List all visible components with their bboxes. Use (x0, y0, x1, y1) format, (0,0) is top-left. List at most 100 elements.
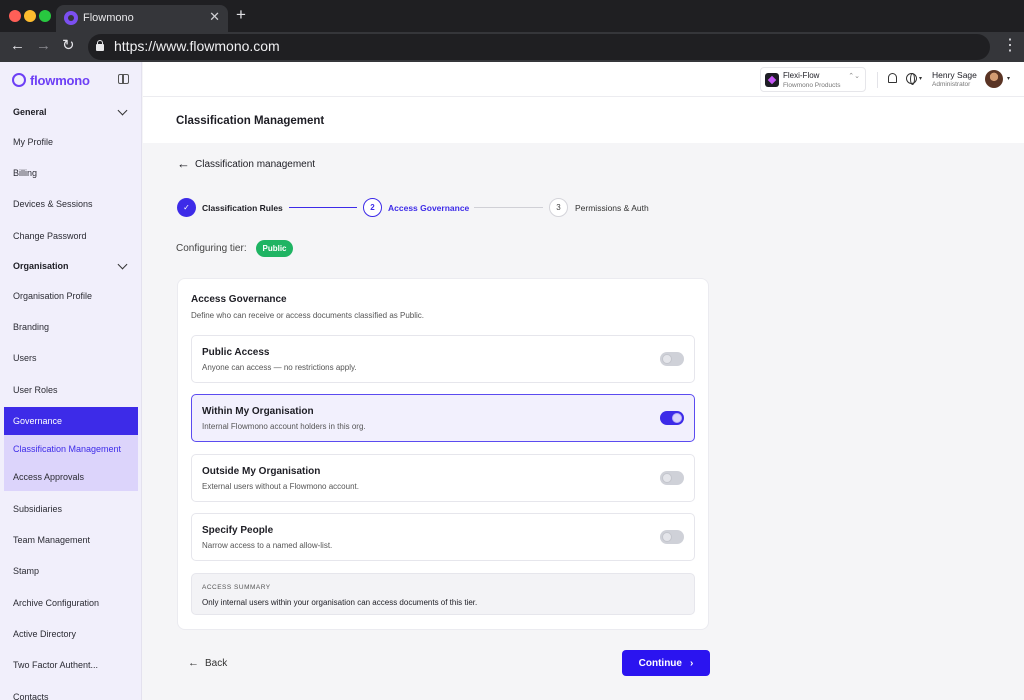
public-access-toggle[interactable] (660, 352, 684, 366)
window-maximize-button[interactable] (39, 10, 51, 22)
sidebar-item-branding[interactable]: Branding (0, 314, 142, 340)
card-description: Define who can receive or access documen… (191, 311, 424, 320)
sidebar-item-label: General (13, 107, 47, 117)
step-1-label: Classification Rules (202, 203, 283, 213)
arrow-left-icon: ← (188, 657, 199, 669)
option-specify-people[interactable]: Specify People Narrow access to a named … (191, 513, 695, 561)
header-divider (877, 72, 878, 88)
step-connector (289, 207, 357, 208)
sidebar-item-active-directory[interactable]: Active Directory (0, 621, 142, 647)
tab-close-icon[interactable]: ✕ (209, 10, 220, 24)
sidebar-item-my-profile[interactable]: My Profile (0, 129, 142, 155)
option-title: Within My Organisation (202, 406, 314, 417)
sidebar-item-change-password[interactable]: Change Password (0, 223, 142, 249)
lock-icon (96, 40, 104, 51)
step-1-indicator: ✓ (177, 198, 196, 217)
arrow-left-icon: ← (177, 156, 190, 171)
sidebar-group-organisation[interactable]: Organisation (0, 253, 142, 279)
option-description: Narrow access to a named allow-list. (202, 541, 333, 550)
chevron-updown-icon: ⌃⌄ (848, 73, 860, 80)
reload-icon[interactable]: ↻ (62, 37, 75, 55)
back-link-label: Classification management (195, 158, 316, 170)
access-summary-label: ACCESS SUMMARY (202, 584, 271, 591)
workspace-subtitle: Flowmono Products (783, 82, 841, 89)
flowmono-favicon-icon (64, 11, 78, 25)
option-description: Anyone can access — no restrictions appl… (202, 363, 357, 372)
sidebar-item-subsidiaries[interactable]: Subsidiaries (0, 496, 142, 522)
user-name[interactable]: Henry Sage (932, 70, 977, 80)
browser-menu-icon[interactable]: ⋮ (1002, 36, 1018, 56)
specify-people-toggle[interactable] (660, 530, 684, 544)
option-description: Internal Flowmono account holders in thi… (202, 422, 366, 431)
step-2-indicator: 2 (363, 198, 382, 217)
url-text[interactable]: https://www.flowmono.com (114, 38, 280, 54)
tier-label: Configuring tier: (176, 243, 247, 254)
user-role: Administrator (932, 81, 971, 88)
chevron-down-icon (117, 259, 128, 270)
toggle-knob (662, 473, 672, 483)
browser-tab-bar: Flowmono ✕ + (0, 0, 1024, 32)
window-close-button[interactable] (9, 10, 21, 22)
sidebar-item-users[interactable]: Users (0, 345, 142, 371)
continue-button-label: Continue (638, 657, 682, 669)
within-organisation-toggle[interactable] (660, 411, 684, 425)
flowmono-logo[interactable]: flowmono (12, 72, 90, 88)
sidebar-item-two-factor-auth[interactable]: Two Factor Authent... (0, 652, 142, 678)
avatar[interactable] (985, 70, 1003, 88)
card-title: Access Governance (191, 294, 287, 305)
toggle-knob (662, 532, 672, 542)
continue-button[interactable]: Continue › (622, 650, 710, 676)
back-button-label: Back (205, 657, 228, 669)
sidebar-item-stamp[interactable]: Stamp (0, 558, 142, 584)
flowmono-logo-icon (12, 73, 26, 87)
sidebar-item-classification-management[interactable]: Classification Management (4, 436, 138, 462)
sidebar-item-organisation-profile[interactable]: Organisation Profile (0, 283, 142, 309)
outside-organisation-toggle[interactable] (660, 471, 684, 485)
window-minimize-button[interactable] (24, 10, 36, 22)
sidebar-collapse-icon[interactable] (118, 74, 129, 84)
step-connector (474, 207, 543, 208)
page-title: Classification Management (176, 115, 325, 127)
option-description: External users without a Flowmono accoun… (202, 482, 359, 491)
globe-icon[interactable] (906, 73, 917, 85)
step-2-label: Access Governance (388, 203, 470, 213)
sidebar-item-archive-configuration[interactable]: Archive Configuration (0, 590, 142, 616)
tier-badge: Public (256, 240, 293, 257)
page-title-band: Classification Management (143, 97, 1024, 143)
sidebar-item-team-management[interactable]: Team Management (0, 527, 142, 553)
chevron-down-icon (117, 105, 128, 116)
sidebar-item-label: Organisation (13, 261, 69, 271)
option-public-access[interactable]: Public Access Anyone can access — no res… (191, 335, 695, 383)
back-button[interactable]: ← Back (188, 656, 227, 670)
back-arrow-icon[interactable]: ← (10, 37, 25, 55)
option-title: Outside My Organisation (202, 466, 321, 477)
language-caret-icon[interactable]: ▾ (919, 75, 922, 82)
sidebar-item-governance[interactable]: Governance (4, 407, 138, 435)
sidebar-group-general[interactable]: General (0, 99, 142, 125)
sidebar-item-access-approvals[interactable]: Access Approvals (4, 464, 138, 490)
sidebar-item-user-roles[interactable]: User Roles (0, 377, 142, 403)
sidebar-item-billing[interactable]: Billing (0, 160, 142, 186)
workspace-switcher[interactable]: Flexi-Flow Flowmono Products ⌃⌄ (760, 67, 866, 92)
option-title: Specify People (202, 525, 274, 536)
chevron-right-icon: › (689, 657, 694, 669)
option-within-organisation[interactable]: Within My Organisation Internal Flowmono… (191, 394, 695, 442)
user-menu-caret-icon[interactable]: ▾ (1007, 75, 1010, 82)
workspace-name: Flexi-Flow (783, 71, 820, 80)
sidebar-item-devices-sessions[interactable]: Devices & Sessions (0, 191, 142, 217)
back-to-classification-link[interactable]: ← Classification management (177, 157, 315, 171)
access-summary: ACCESS SUMMARY Only internal users withi… (191, 573, 695, 615)
forward-arrow-icon[interactable]: → (36, 37, 51, 55)
new-tab-button[interactable]: + (236, 6, 246, 24)
step-3-label: Permissions & Auth (575, 203, 649, 213)
browser-tab[interactable]: Flowmono ✕ (56, 5, 228, 32)
sidebar-item-contacts[interactable]: Contacts (0, 684, 142, 700)
step-3-indicator: 3 (549, 198, 568, 217)
tab-title: Flowmono (83, 12, 134, 24)
toggle-knob (672, 413, 682, 423)
option-title: Public Access (202, 347, 270, 358)
bell-icon[interactable] (888, 73, 897, 83)
option-outside-organisation[interactable]: Outside My Organisation External users w… (191, 454, 695, 502)
logo-text: flowmono (30, 72, 90, 88)
top-header: Flexi-Flow Flowmono Products ⌃⌄ ▾ Henry … (143, 62, 1024, 97)
